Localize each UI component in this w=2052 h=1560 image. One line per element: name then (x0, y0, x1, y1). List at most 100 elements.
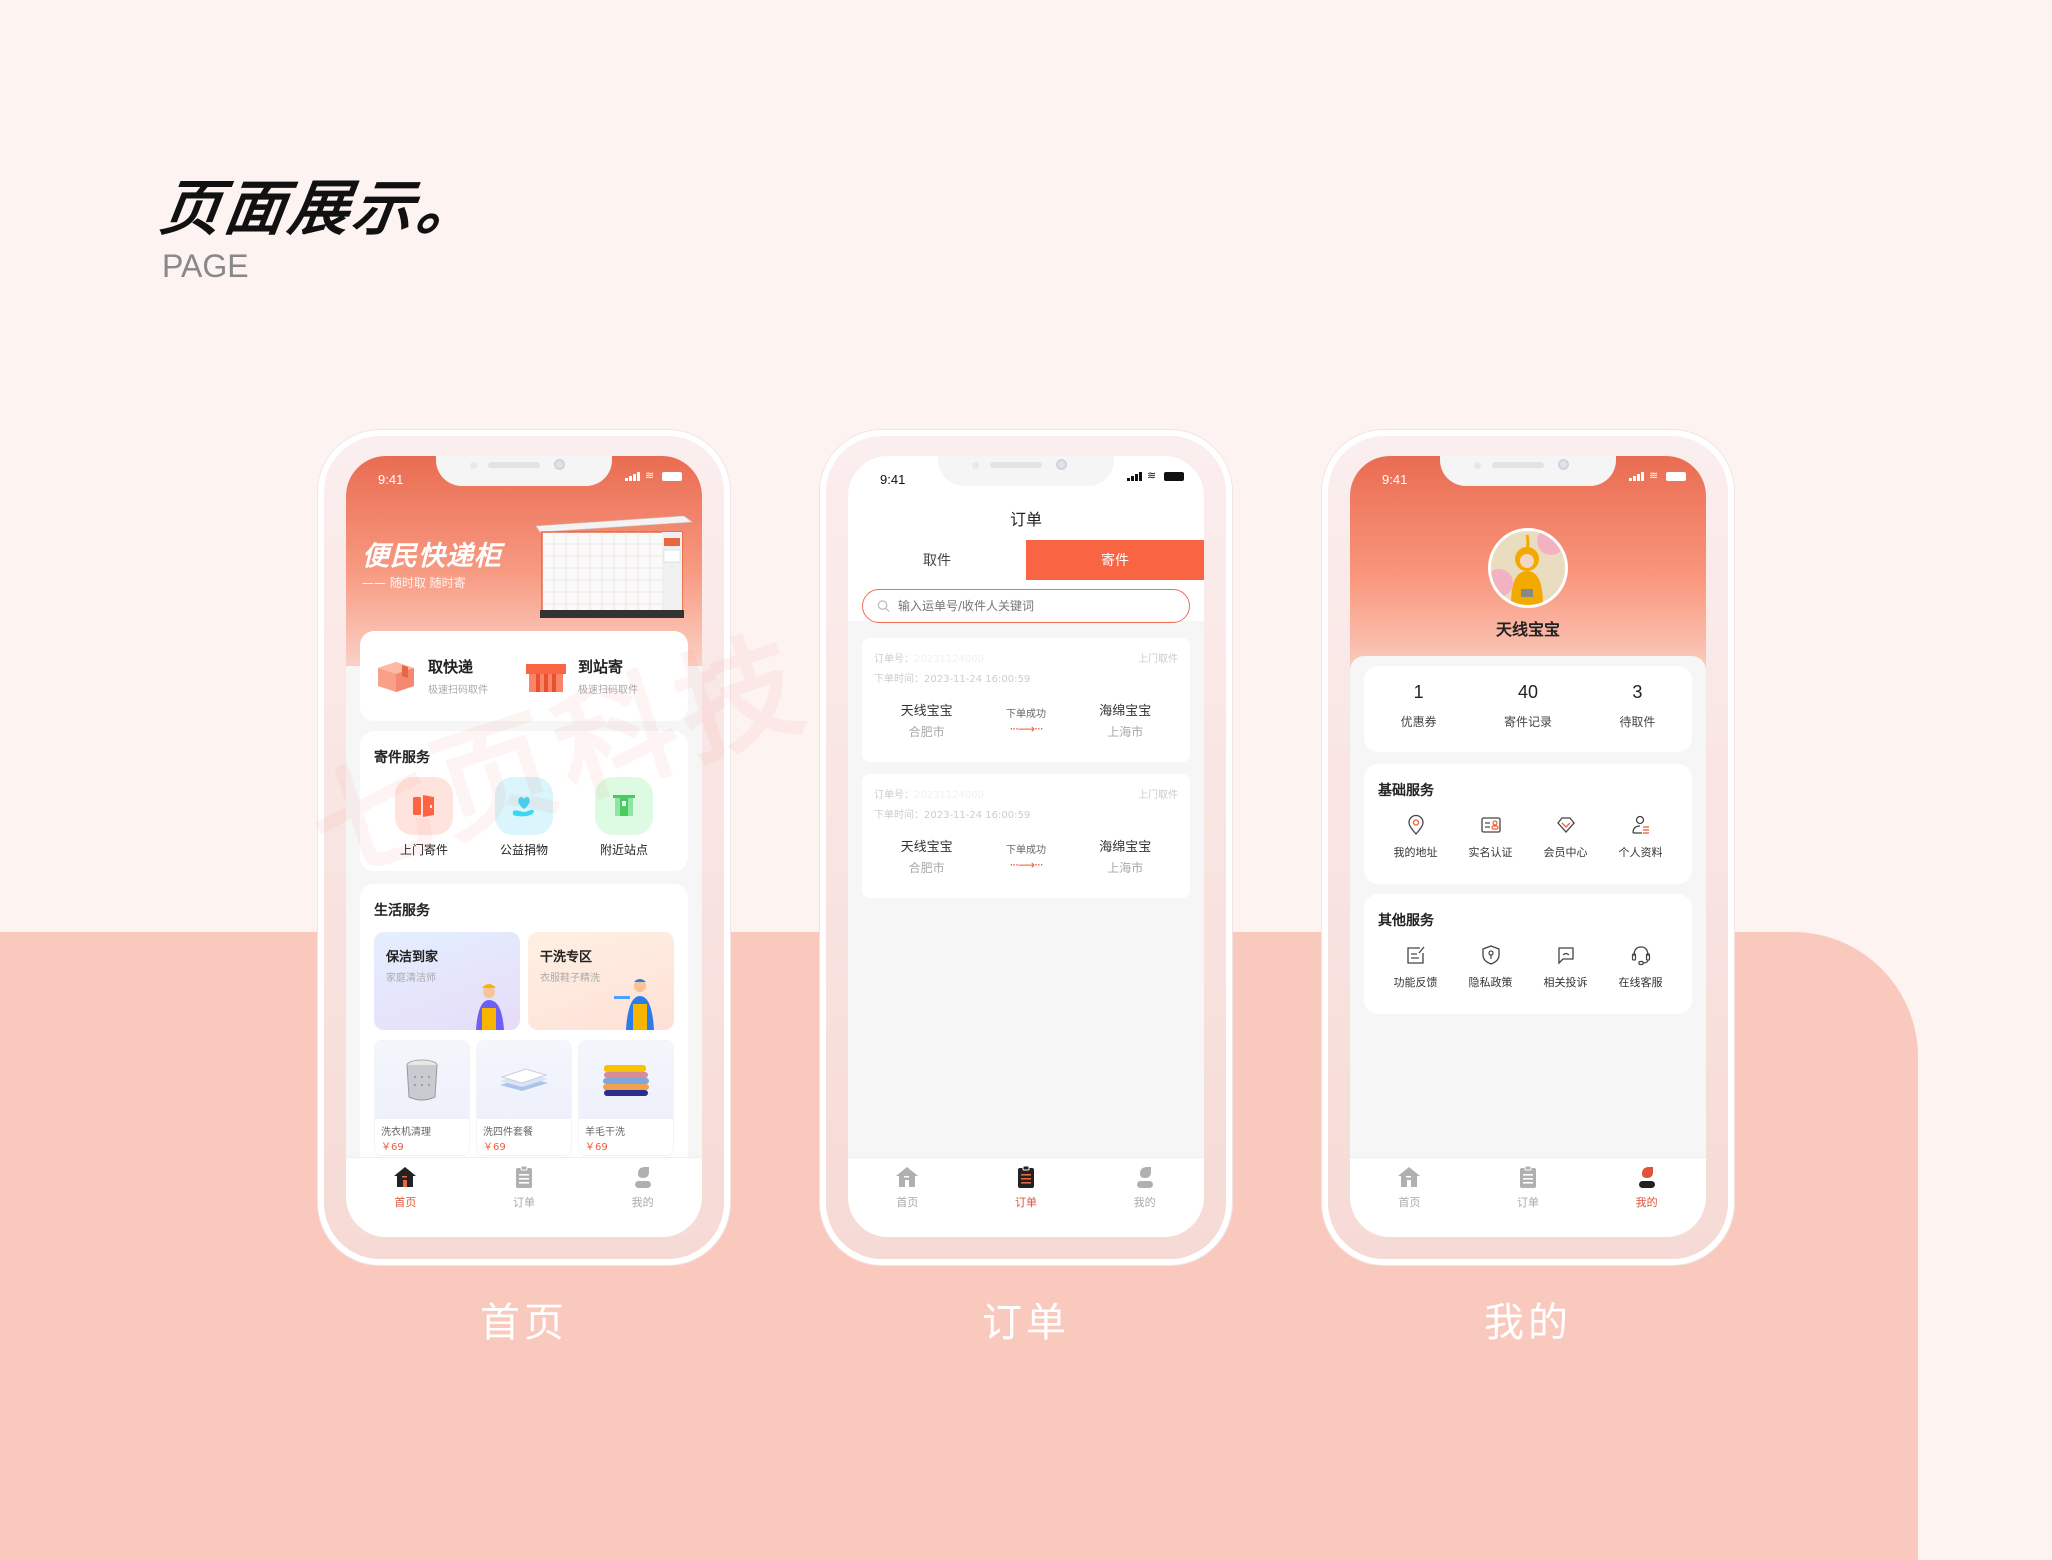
product-name: 羊毛干洗 (585, 1127, 625, 1138)
service-real-name[interactable]: 实名认证 (1469, 814, 1513, 860)
service-door-pickup-label: 上门寄件 (399, 843, 448, 857)
shield-key-icon (1481, 945, 1500, 965)
promo-dry-cleaning-title: 干洗专区 (540, 950, 593, 965)
service-profile-info[interactable]: 个人资料 (1619, 814, 1663, 860)
status-time: 9:41 (378, 472, 404, 487)
quick-actions-card: 取快递 极速扫码取件 到站寄 极速扫码取件 (360, 631, 688, 721)
tab-profile[interactable]: 我的 (603, 1164, 683, 1237)
folded-shirts-image (500, 1068, 548, 1091)
promo-cleaning[interactable]: 保洁到家 家庭清洁师 (374, 932, 520, 1030)
id-card-icon (1480, 817, 1501, 833)
phone-home: 便民快递柜 —— 随时取 随时寄 9:41 ≋ 取快递 极速扫码取件 到站寄 极… (318, 430, 730, 1265)
product-name: 洗四件套餐 (483, 1127, 533, 1138)
quick-send[interactable]: 到站寄 极速扫码取件 (524, 651, 674, 701)
battery-icon (1666, 471, 1686, 481)
service-feedback[interactable]: 功能反馈 (1394, 944, 1438, 990)
order-number: 20231124000 (914, 790, 984, 801)
tab-profile[interactable]: 我的 (1607, 1164, 1687, 1237)
clipboard-icon (1519, 1165, 1536, 1188)
tab-orders[interactable]: 订单 (986, 1164, 1066, 1237)
order-number-label: 订单号： (874, 654, 914, 665)
username: 天线宝宝 (1495, 620, 1560, 639)
package-box-icon (378, 662, 414, 692)
product-wool-dry-clean[interactable]: 羊毛干洗 ￥69 (578, 1040, 674, 1156)
orders-title: 订单 (1009, 510, 1042, 529)
home-icon (394, 1167, 417, 1187)
segment-send[interactable]: 寄件 (1026, 540, 1204, 580)
receiver-city: 上海市 (1107, 725, 1144, 739)
avatar[interactable] (1488, 528, 1568, 608)
tab-orders[interactable]: 订单 (1488, 1164, 1568, 1237)
service-label: 个人资料 (1618, 846, 1663, 859)
send-services-title: 寄件服务 (374, 750, 430, 766)
service-privacy[interactable]: 隐私政策 (1469, 944, 1513, 990)
basic-services-card: 基础服务 我的地址 实名认证 会员中心 个人资料 (1364, 764, 1692, 884)
service-nearby-station[interactable]: 附近站点 (595, 777, 653, 858)
tab-orders-label: 订单 (1516, 1196, 1539, 1209)
stat-value: 3 (1632, 682, 1643, 702)
service-label: 会员中心 (1543, 846, 1588, 859)
stats-card: 1 优惠券 40 寄件记录 3 待取件 (1364, 666, 1692, 752)
stat-pending-pickup[interactable]: 3 待取件 (1583, 682, 1692, 752)
order-search-input[interactable] (898, 599, 1175, 613)
user-profile-icon (1631, 815, 1649, 834)
order-card[interactable]: 订单号：20231124000 上门取件 下单时间：2023-11-24 16:0… (862, 774, 1190, 898)
service-donation[interactable]: 公益捐物 (495, 777, 553, 858)
service-member-center[interactable]: 会员中心 (1544, 814, 1588, 860)
order-card[interactable]: 订单号：20231124000 上门取件 下单时间：2023-11-24 16:0… (862, 638, 1190, 762)
service-label: 我的地址 (1393, 846, 1438, 859)
product-bedding-set[interactable]: 洗四件套餐 ￥69 (476, 1040, 572, 1156)
order-search-box[interactable] (862, 589, 1190, 623)
user-icon (634, 1167, 651, 1188)
segment-pickup[interactable]: 取件 (848, 540, 1026, 580)
tab-orders[interactable]: 订单 (484, 1164, 564, 1237)
service-donation-label: 公益捐物 (499, 843, 548, 857)
service-label: 功能反馈 (1393, 976, 1438, 989)
battery-icon (1164, 471, 1184, 481)
order-time: 2023-11-24 16:00:59 (924, 810, 1031, 821)
stat-send-records[interactable]: 40 寄件记录 (1473, 682, 1582, 752)
tab-home[interactable]: 首页 (365, 1164, 445, 1237)
stat-value: 40 (1517, 682, 1538, 702)
service-door-pickup[interactable]: 上门寄件 (395, 777, 453, 858)
page-title: 页面展示。 (156, 174, 487, 244)
tab-orders-label: 订单 (512, 1196, 535, 1209)
tab-home[interactable]: 首页 (1369, 1164, 1449, 1237)
headset-icon (1631, 946, 1650, 966)
wifi-icon: ≋ (645, 470, 655, 482)
wifi-icon: ≋ (1649, 470, 1659, 482)
quick-pickup[interactable]: 取快递 极速扫码取件 (374, 651, 524, 701)
tab-home[interactable]: 首页 (867, 1164, 947, 1237)
user-icon (1136, 1167, 1153, 1188)
stat-coupons[interactable]: 1 优惠券 (1364, 682, 1473, 752)
gift-box-icon (526, 664, 566, 692)
heart-hand-icon (495, 777, 553, 835)
service-online-support[interactable]: 在线客服 (1619, 944, 1663, 990)
clipboard-icon (1017, 1165, 1034, 1188)
receiver-name: 海绵宝宝 (1099, 840, 1152, 855)
service-complaints[interactable]: 相关投诉 (1544, 944, 1588, 990)
profile-screen: 天线宝宝 9:41 ≋ 1 优惠券 40 寄件记录 3 待取件 基础服务 我的地址 实… (1350, 456, 1706, 1237)
promo-dry-cleaning[interactable]: 干洗专区 衣服鞋子精洗 (528, 932, 674, 1030)
signal-icon (1629, 471, 1644, 481)
stat-label: 待取件 (1619, 715, 1656, 729)
page-subtitle: PAGE (162, 248, 249, 284)
sender-city: 合肥市 (908, 861, 945, 875)
diamond-icon (1556, 817, 1575, 833)
service-my-address[interactable]: 我的地址 (1394, 814, 1438, 860)
tab-profile[interactable]: 我的 (1105, 1164, 1185, 1237)
parcel-locker-image (535, 515, 693, 618)
product-washer-cleaning[interactable]: 洗衣机清理 ￥69 (374, 1040, 470, 1156)
route-arrow-icon: ···⟶··· (1009, 857, 1043, 872)
chat-bubble-icon (1557, 947, 1574, 965)
service-label: 实名认证 (1468, 846, 1513, 859)
home-icon (1398, 1167, 1421, 1187)
route-arrow-icon: ···⟶··· (1009, 721, 1043, 736)
status-time: 9:41 (880, 472, 906, 487)
phone-notch (938, 456, 1114, 486)
life-services-title: 生活服务 (374, 903, 430, 919)
tab-home-label: 首页 (1398, 1196, 1421, 1209)
feedback-edit-icon (1406, 946, 1424, 964)
product-price: ￥69 (483, 1142, 506, 1153)
order-type: 上门取件 (1138, 790, 1178, 801)
